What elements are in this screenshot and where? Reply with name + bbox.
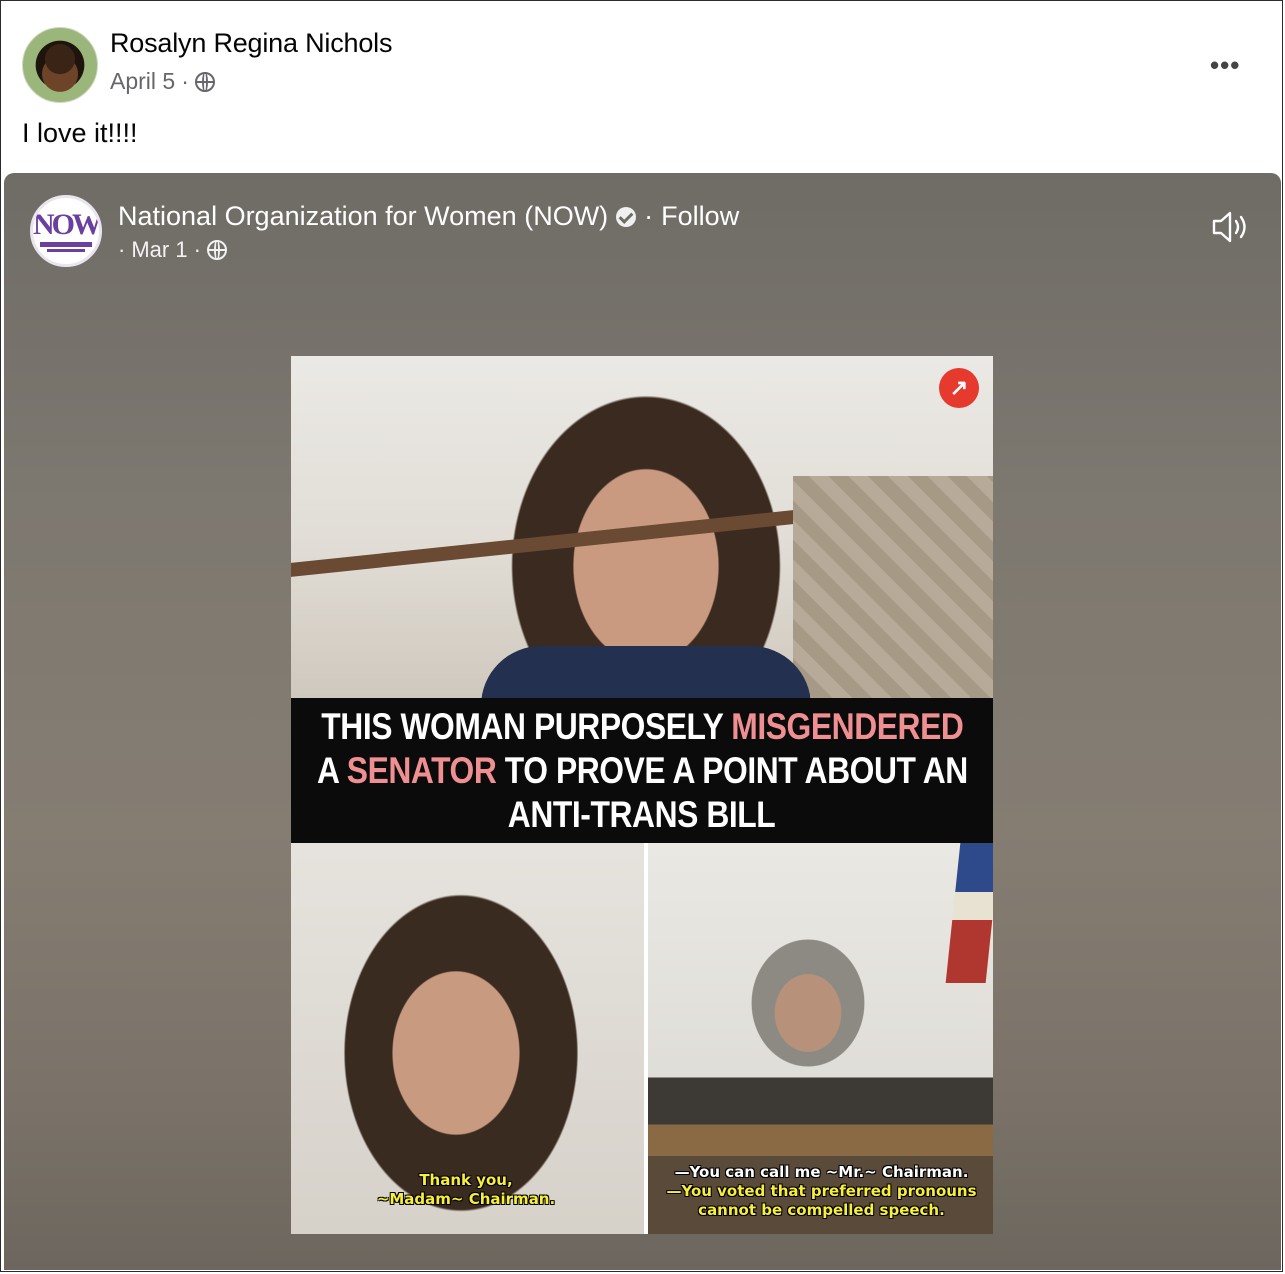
video-top-frame <box>291 356 993 706</box>
caption-line: —You voted that preferred pronouns <box>666 1182 977 1200</box>
headline-text: TO PROVE A POINT ABOUT AN <box>495 749 968 791</box>
speaker-shirt <box>481 646 811 706</box>
flag <box>945 843 993 983</box>
headline-line-3: ANTI-TRANS BILL <box>508 793 776 835</box>
stone-arch <box>793 476 993 698</box>
verified-badge-icon <box>616 206 637 227</box>
caption-right: —You can call me ~Mr.~ Chairman. —You vo… <box>654 1163 989 1220</box>
logo-stripe <box>47 249 85 252</box>
headline-line-2: A SENATOR TO PROVE A POINT ABOUT AN <box>317 749 968 793</box>
video-headline-banner: THIS WOMAN PURPOSELY MISGENDERED A SENAT… <box>291 698 993 843</box>
author-name[interactable]: Rosalyn Regina Nichols <box>110 28 392 59</box>
speaker-icon[interactable] <box>1210 209 1250 245</box>
page-name[interactable]: National Organization for Women (NOW) <box>118 201 608 232</box>
post-text: I love it!!!! <box>22 118 138 148</box>
globe-icon <box>194 71 215 92</box>
follow-button[interactable]: Follow <box>661 201 739 232</box>
caption-line: —You can call me ~Mr.~ Chairman. <box>674 1163 969 1181</box>
caption-line: ~Madam~ Chairman. <box>376 1190 556 1208</box>
follow-separator: · <box>644 201 654 231</box>
date-prefix: · <box>118 237 126 262</box>
post-date[interactable]: April 5 <box>110 68 175 95</box>
headline-text: THIS WOMAN PURPOSELY <box>320 705 731 747</box>
shared-date[interactable]: Mar 1 <box>131 237 187 263</box>
now-logo[interactable]: NOW <box>30 195 102 267</box>
headline-line-1: THIS WOMAN PURPOSELY MISGENDERED <box>320 705 964 749</box>
avatar[interactable] <box>22 27 98 103</box>
post-meta: April 5 · <box>110 68 215 95</box>
caption-line: cannot be compelled speech. <box>698 1201 945 1219</box>
video-player[interactable]: ↗ THIS WOMAN PURPOSELY MISGENDERED A SEN… <box>291 356 993 1234</box>
trending-icon: ↗ <box>939 368 979 408</box>
more-options-button[interactable]: ••• <box>1210 50 1240 81</box>
headline-highlight: SENATOR <box>346 749 496 791</box>
now-logo-text: NOW <box>33 208 99 241</box>
globe-icon <box>206 240 227 260</box>
caption-line: Thank you, <box>419 1171 513 1189</box>
meta-separator: · <box>193 237 201 262</box>
logo-stripe <box>40 242 92 247</box>
caption-left: Thank you, ~Madam~ Chairman. <box>331 1171 601 1209</box>
shared-video-card[interactable]: NOW National Organization for Women (NOW… <box>4 173 1281 1270</box>
meta-separator: · <box>181 68 189 94</box>
headline-text: A <box>316 749 347 791</box>
headline-highlight: MISGENDERED <box>730 705 964 747</box>
shared-meta: · Mar 1 · <box>118 237 227 263</box>
shared-header: National Organization for Women (NOW) · … <box>118 201 739 232</box>
